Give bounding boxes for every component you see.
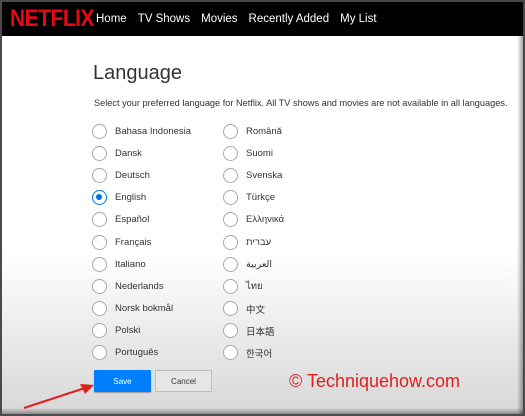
- frame-shadow-bottom: [2, 408, 523, 414]
- screenshot-frame: NETFLIX Home TV Shows Movies Recently Ad…: [0, 0, 525, 416]
- red-arrow-annotation: [23, 384, 94, 409]
- frame-shadow-right: [517, 2, 523, 414]
